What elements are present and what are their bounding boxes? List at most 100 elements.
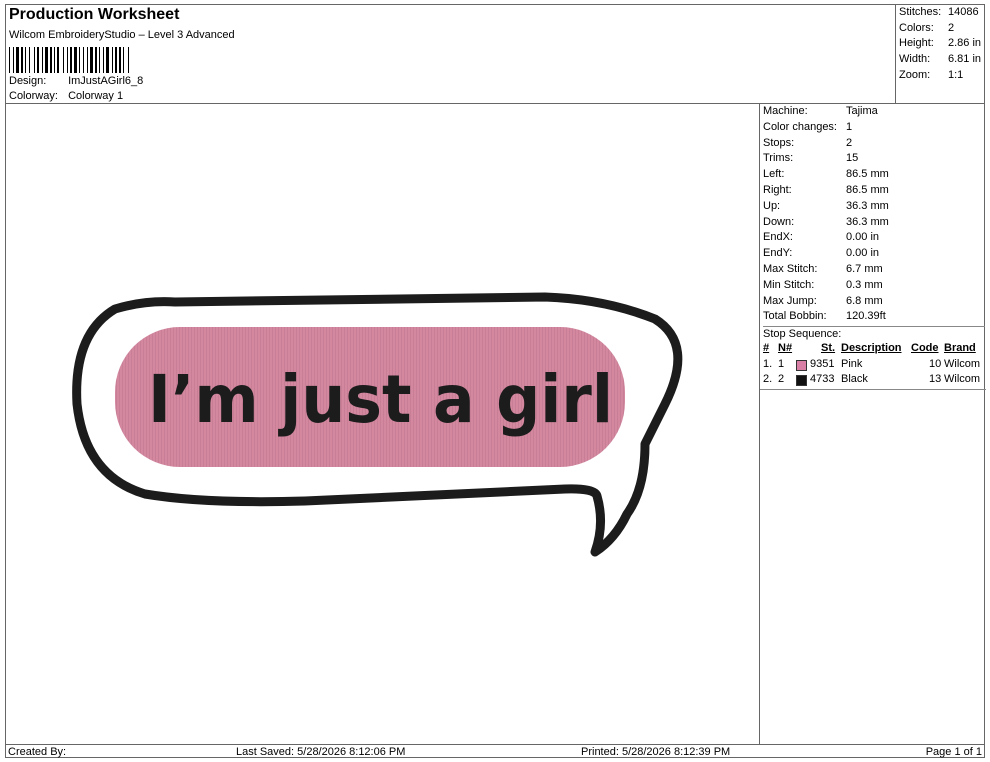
info-value: 0.00 in	[846, 247, 880, 260]
barcode-bar	[123, 47, 124, 73]
col-header-st: St.	[821, 342, 836, 354]
info-label: Max Stitch:	[763, 262, 818, 275]
colorway-name: Colorway 1	[68, 90, 124, 102]
barcode-bar	[70, 47, 72, 73]
barcode-bar	[29, 47, 30, 73]
info-label: Right:	[763, 183, 792, 196]
divider	[760, 389, 986, 390]
barcode-bar	[16, 47, 19, 73]
info-label: Down:	[763, 215, 795, 228]
info-label: Total Bobbin:	[763, 310, 827, 323]
last-saved: Last Saved: 5/28/2026 8:12:06 PM	[236, 746, 406, 758]
stat-value: 2	[948, 21, 955, 34]
info-row: Right: 86.5 mm	[760, 183, 985, 199]
info-label: Trims:	[763, 152, 794, 165]
barcode-bar	[119, 47, 121, 73]
stop-stitches: 4733	[810, 373, 835, 385]
info-label: EndY:	[763, 247, 793, 260]
barcode-bar	[25, 47, 26, 73]
stat-label: Colors:	[899, 21, 934, 34]
info-label: Machine:	[763, 105, 808, 117]
barcode-bar	[106, 47, 109, 73]
design-name: ImJustAGirl6_8	[68, 75, 144, 87]
stop-num: 2.	[763, 373, 773, 385]
barcode-bar	[112, 47, 113, 73]
embroidery-design: I’m just a girl	[72, 292, 683, 557]
barcode-bar	[128, 47, 129, 73]
barcode-bar	[63, 47, 64, 73]
info-label: EndX:	[763, 231, 793, 244]
stat-label: Height:	[899, 37, 934, 50]
barcode-bar	[21, 47, 23, 73]
info-row: Machine: Tajima	[760, 104, 985, 120]
barcode-bar	[57, 47, 59, 73]
barcode-bar	[67, 47, 68, 73]
barcode-bar	[99, 47, 100, 73]
info-value: 2	[846, 136, 853, 149]
stop-num: 1.	[763, 358, 773, 370]
stop-stitches: 9351	[810, 358, 835, 370]
info-row: Left: 86.5 mm	[760, 167, 985, 183]
info-label: Color changes:	[763, 120, 837, 133]
software-name: Wilcom EmbroideryStudio – Level 3 Advanc…	[9, 29, 235, 41]
stat-stitches: Stitches: 14086	[896, 5, 985, 21]
info-value: 36.3 mm	[846, 199, 889, 212]
stat-value: 1:1	[948, 68, 964, 81]
stop-brand: Wilcom	[944, 358, 981, 370]
stop-sequence-title: Stop Sequence:	[763, 326, 985, 340]
barcode-bar	[9, 47, 10, 73]
barcode-bar	[83, 47, 84, 73]
design-preview: I’m just a girl	[5, 104, 759, 744]
barcode-bar	[37, 47, 39, 73]
info-value: Tajima	[846, 105, 878, 117]
page-number: Page 1 of 1	[925, 746, 982, 758]
barcode-bar	[42, 47, 43, 73]
colorway-row: Colorway: Colorway 1	[9, 90, 123, 102]
stop-code: 13	[929, 373, 942, 385]
stat-label: Zoom:	[899, 68, 931, 81]
col-header-description: Description	[841, 342, 902, 354]
info-label: Stops:	[763, 136, 795, 149]
col-header-num: #	[763, 342, 770, 354]
stat-label: Width:	[899, 53, 931, 66]
info-row: Color changes: 1	[760, 120, 985, 136]
barcode-bar	[74, 47, 77, 73]
page-title: Production Worksheet	[9, 6, 180, 23]
info-row: Total Bobbin: 120.39ft	[760, 309, 985, 325]
design-label: Design:	[9, 75, 47, 87]
stat-label: Stitches:	[899, 6, 942, 18]
info-value: 120.39ft	[846, 310, 886, 323]
info-row: Max Stitch: 6.7 mm	[760, 262, 985, 278]
info-row: Trims: 15	[760, 151, 985, 167]
info-label: Min Stitch:	[763, 278, 815, 291]
barcode-bar	[34, 47, 35, 73]
stat-zoom: Zoom: 1:1	[896, 68, 985, 84]
stop-description: Pink	[841, 358, 863, 370]
stop-n: 2	[778, 373, 785, 385]
info-value: 15	[846, 152, 859, 165]
info-value: 0.00 in	[846, 231, 880, 244]
info-row: Min Stitch: 0.3 mm	[760, 278, 985, 294]
barcode-bar	[90, 47, 93, 73]
info-row: Stops: 2	[760, 136, 985, 152]
info-value: 6.8 mm	[846, 294, 883, 307]
info-label: Max Jump:	[763, 294, 817, 307]
machine-info-list: Machine: Tajima Color changes: 1 Stops: 2 T…	[760, 104, 985, 325]
machine-info-panel: Machine: Tajima Color changes: 1 Stops: 2 T…	[759, 104, 986, 744]
info-value: 6.7 mm	[846, 262, 883, 275]
stat-value: 2.86 in	[948, 37, 982, 50]
barcode-bar	[103, 47, 104, 73]
worksheet-header: Production Worksheet Wilcom EmbroiderySt…	[5, 4, 896, 104]
barcode-bar	[87, 47, 88, 73]
stop-code: 10	[929, 358, 942, 370]
info-label: Left:	[763, 168, 785, 181]
colorway-label: Colorway:	[9, 90, 58, 102]
info-row: EndY: 0.00 in	[760, 246, 985, 262]
barcode-bar	[13, 47, 14, 73]
barcode-bar	[115, 47, 117, 73]
info-value: 1	[846, 120, 853, 133]
info-value: 86.5 mm	[846, 168, 889, 181]
stop-n: 1	[778, 358, 785, 370]
barcode-bar	[45, 47, 48, 73]
col-header-code: Code	[911, 342, 939, 354]
